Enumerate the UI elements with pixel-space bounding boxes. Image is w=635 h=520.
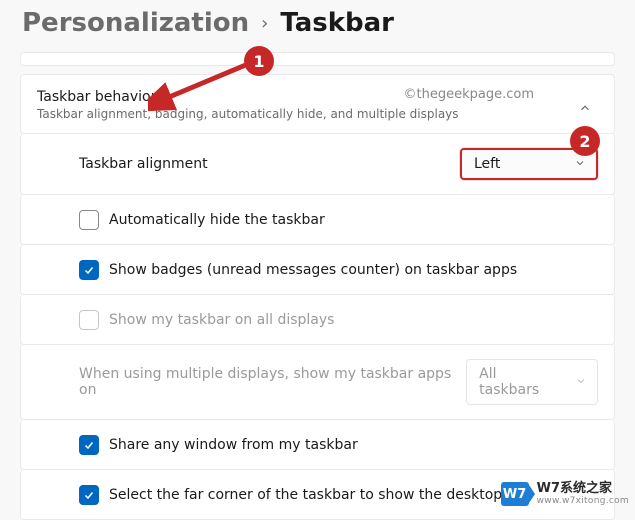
watermark-text: ©thegeekpage.com — [404, 87, 534, 102]
watermark-logo: W7 — [501, 482, 529, 506]
row-multi-display: When using multiple displays, show my ta… — [20, 345, 615, 420]
alldisplays-label: Show my taskbar on all displays — [109, 312, 334, 328]
breadcrumb: Personalization › Taskbar — [0, 0, 635, 52]
alldisplays-checkbox — [79, 310, 99, 330]
annotation-badge-2: 2 — [570, 126, 600, 156]
chevron-up-icon[interactable] — [578, 101, 592, 119]
breadcrumb-current: Taskbar — [280, 8, 394, 38]
row-autohide: Automatically hide the taskbar — [20, 195, 615, 245]
alignment-label: Taskbar alignment — [79, 156, 208, 172]
farcorner-label: Select the far corner of the taskbar to … — [109, 487, 502, 503]
chevron-right-icon: › — [261, 13, 268, 34]
multidisplay-label: When using multiple displays, show my ta… — [79, 366, 466, 398]
autohide-checkbox[interactable] — [79, 210, 99, 230]
row-taskbar-alignment: Taskbar alignment Left — [20, 134, 615, 195]
autohide-label: Automatically hide the taskbar — [109, 212, 325, 228]
chevron-down-icon — [575, 375, 587, 390]
farcorner-checkbox[interactable] — [79, 485, 99, 505]
watermark-line1: W7系统之家 — [537, 482, 629, 495]
badges-checkbox[interactable] — [79, 260, 99, 280]
section-subtitle: Taskbar alignment, badging, automaticall… — [37, 107, 459, 121]
multidisplay-value: All taskbars — [479, 366, 559, 398]
chevron-down-icon — [574, 157, 586, 172]
alignment-value: Left — [474, 156, 500, 172]
shareany-checkbox[interactable] — [79, 435, 99, 455]
annotation-badge-1: 1 — [244, 46, 274, 76]
taskbar-behaviors-header[interactable]: Taskbar behaviors Taskbar alignment, bad… — [20, 74, 615, 134]
badges-label: Show badges (unread messages counter) on… — [109, 262, 517, 278]
row-share-any: Share any window from my taskbar — [20, 420, 615, 470]
breadcrumb-parent[interactable]: Personalization — [22, 8, 249, 38]
section-title: Taskbar behaviors — [37, 89, 459, 105]
row-badges: Show badges (unread messages counter) on… — [20, 245, 615, 295]
watermark-line2: www.w7xitong.com — [537, 497, 629, 506]
previous-card-edge — [20, 52, 615, 66]
row-all-displays: Show my taskbar on all displays — [20, 295, 615, 345]
bottom-watermark: W7 W7系统之家 www.w7xitong.com — [501, 482, 629, 506]
shareany-label: Share any window from my taskbar — [109, 437, 358, 453]
multidisplay-dropdown: All taskbars — [466, 359, 598, 405]
